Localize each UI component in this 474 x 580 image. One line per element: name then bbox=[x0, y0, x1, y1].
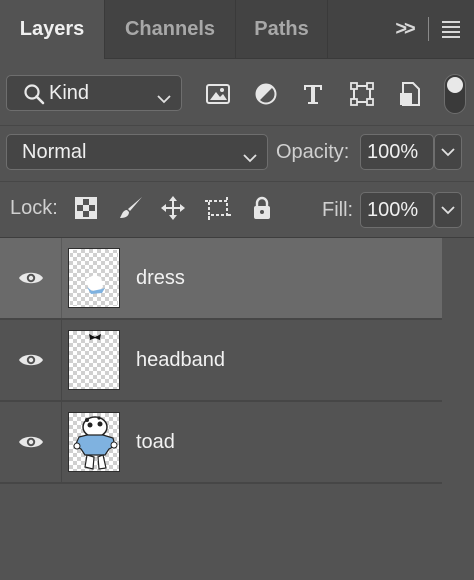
toad-thumbnail bbox=[68, 412, 120, 472]
visibility-toggle[interactable] bbox=[0, 320, 62, 400]
tab-divider bbox=[428, 17, 429, 41]
lock-row: Lock: Fill: 100% bbox=[0, 182, 474, 238]
layer-row-dress[interactable]: dress bbox=[0, 238, 442, 320]
opacity-slider-button[interactable] bbox=[434, 134, 462, 170]
visibility-toggle[interactable] bbox=[0, 402, 62, 482]
lock-all-icon[interactable] bbox=[248, 194, 276, 222]
opacity-input[interactable]: 100% bbox=[360, 134, 434, 170]
smart-object-filter-icon[interactable] bbox=[396, 80, 424, 108]
search-icon bbox=[23, 83, 45, 111]
layers-panel: Layers Channels Paths >> Kind Normal Opa… bbox=[0, 0, 474, 580]
lock-transparent-pixels-icon[interactable] bbox=[72, 194, 100, 222]
lock-artboard-icon[interactable] bbox=[204, 194, 232, 222]
adjustment-filter-icon[interactable] bbox=[252, 80, 280, 108]
layers-scroll-gutter bbox=[442, 238, 474, 580]
blend-mode-select[interactable]: Normal bbox=[6, 134, 268, 170]
visibility-toggle[interactable] bbox=[0, 238, 62, 318]
fill-label: Fill: bbox=[322, 199, 354, 221]
eye-icon bbox=[18, 272, 43, 284]
filter-toggle-switch[interactable] bbox=[444, 74, 466, 114]
filter-kind-select[interactable]: Kind bbox=[6, 75, 182, 111]
chevron-down-icon bbox=[243, 146, 257, 169]
lock-image-pixels-icon[interactable] bbox=[117, 194, 145, 222]
tab-paths[interactable]: Paths bbox=[236, 0, 328, 58]
panel-menu-icon[interactable] bbox=[440, 18, 462, 40]
blend-row: Normal Opacity: 100% bbox=[0, 126, 474, 182]
layer-row-toad[interactable]: toad bbox=[0, 402, 442, 484]
eye-icon bbox=[18, 436, 43, 448]
blend-mode-value: Normal bbox=[22, 140, 87, 163]
filter-kind-label: Kind bbox=[49, 81, 90, 104]
type-filter-icon[interactable] bbox=[299, 80, 327, 108]
layer-name: headband bbox=[136, 349, 225, 371]
fill-slider-button[interactable] bbox=[434, 192, 462, 228]
headband-thumbnail bbox=[68, 330, 120, 390]
layer-filter-row: Kind bbox=[0, 60, 474, 126]
opacity-label: Opacity: bbox=[276, 141, 350, 163]
layer-row-headband[interactable]: headband bbox=[0, 320, 442, 402]
tab-layers[interactable]: Layers bbox=[0, 0, 105, 59]
toggle-knob bbox=[447, 77, 463, 93]
eye-icon bbox=[18, 354, 43, 366]
panel-tab-bar: Layers Channels Paths >> bbox=[0, 0, 474, 59]
shape-filter-icon[interactable] bbox=[348, 80, 376, 108]
fill-input[interactable]: 100% bbox=[360, 192, 434, 228]
lock-label: Lock: bbox=[10, 197, 58, 219]
dress-thumbnail bbox=[68, 248, 120, 308]
lock-position-icon[interactable] bbox=[159, 194, 187, 222]
tab-channels[interactable]: Channels bbox=[105, 0, 236, 58]
more-tabs-button[interactable]: >> bbox=[386, 12, 422, 46]
chevron-down-icon bbox=[157, 87, 171, 110]
layer-name: toad bbox=[136, 431, 175, 453]
image-filter-icon[interactable] bbox=[204, 80, 232, 108]
layer-name: dress bbox=[136, 267, 185, 289]
